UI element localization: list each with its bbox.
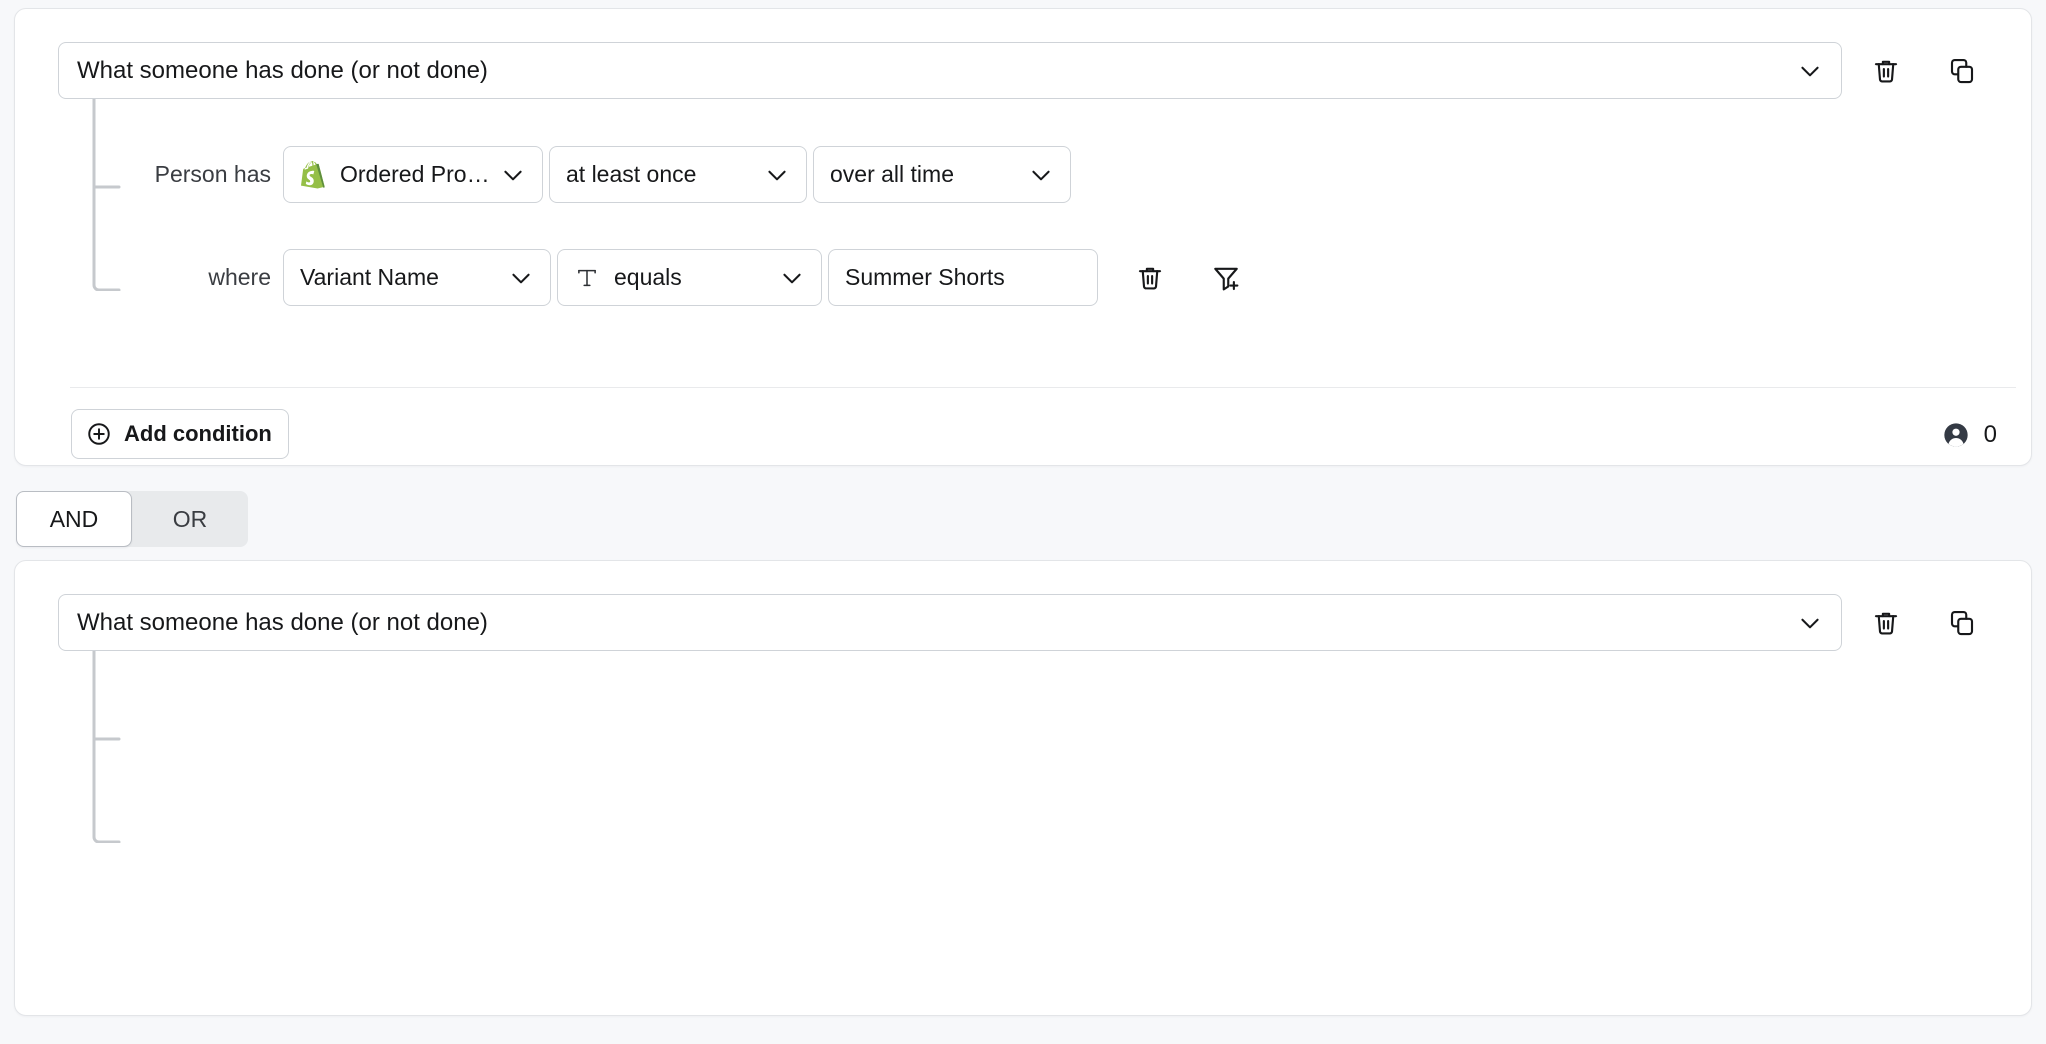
person-icon (1942, 421, 1970, 449)
add-condition-label: Add condition (124, 421, 272, 447)
property-select[interactable]: Variant Name (283, 249, 551, 306)
plus-circle-icon (86, 421, 112, 447)
condition-type-select[interactable]: What someone has done (or not done) (58, 42, 1842, 99)
chevron-down-icon (1797, 58, 1823, 84)
person-has-label: Person has (143, 161, 271, 188)
logic-operator-toggle: AND OR (16, 491, 248, 547)
chevron-down-icon (500, 162, 526, 188)
property-value: Variant Name (300, 264, 508, 291)
person-has-row: Person has Ordered Product at least once… (143, 146, 1077, 203)
frequency-select[interactable]: at least once (549, 146, 807, 203)
where-label: where (143, 264, 271, 291)
metric-select[interactable]: Ordered Product (283, 146, 543, 203)
filter-value-text: Summer Shorts (845, 264, 1081, 291)
duplicate-icon[interactable] (1946, 607, 1978, 639)
condition-type-select[interactable]: What someone has done (or not done) (58, 594, 1842, 651)
chevron-down-icon (1028, 162, 1054, 188)
trash-icon[interactable] (1870, 55, 1902, 87)
frequency-value: at least once (566, 161, 764, 188)
timeframe-select[interactable]: over all time (813, 146, 1071, 203)
condition-group-card: What someone has done (or not done) (14, 560, 2032, 1016)
filter-add-icon[interactable] (1210, 262, 1242, 294)
timeframe-value: over all time (830, 161, 1028, 188)
group-divider (70, 387, 2016, 388)
logic-or-button[interactable]: OR (132, 491, 248, 547)
operator-select[interactable]: equals (557, 249, 822, 306)
text-type-icon (574, 265, 600, 291)
group-header-actions (1870, 607, 1978, 639)
group-member-count: 0 (1942, 421, 1997, 449)
where-row-actions (1134, 262, 1242, 294)
condition-tree-lines (91, 99, 137, 291)
condition-type-label: What someone has done (or not done) (77, 609, 1797, 637)
condition-group-card: What someone has done (or not done) (14, 8, 2032, 466)
group-member-count-value: 0 (1984, 421, 1997, 449)
shopify-icon (300, 160, 328, 190)
metric-value: Ordered Product (340, 161, 500, 188)
group-header-actions (1870, 55, 1978, 87)
operator-value: equals (614, 264, 779, 291)
duplicate-icon[interactable] (1946, 55, 1978, 87)
condition-type-label: What someone has done (or not done) (77, 57, 1797, 85)
trash-icon[interactable] (1134, 262, 1166, 294)
trash-icon[interactable] (1870, 607, 1902, 639)
chevron-down-icon (764, 162, 790, 188)
where-filter-row: where Variant Name equals Summer Shorts (143, 249, 1242, 306)
chevron-down-icon (779, 265, 805, 291)
chevron-down-icon (1797, 610, 1823, 636)
segment-builder-canvas: What someone has done (or not done) (0, 0, 2046, 1044)
logic-and-button[interactable]: AND (16, 491, 132, 547)
filter-value-input[interactable]: Summer Shorts (828, 249, 1098, 306)
chevron-down-icon (508, 265, 534, 291)
add-condition-button[interactable]: Add condition (71, 409, 289, 459)
condition-tree-lines (91, 651, 137, 843)
